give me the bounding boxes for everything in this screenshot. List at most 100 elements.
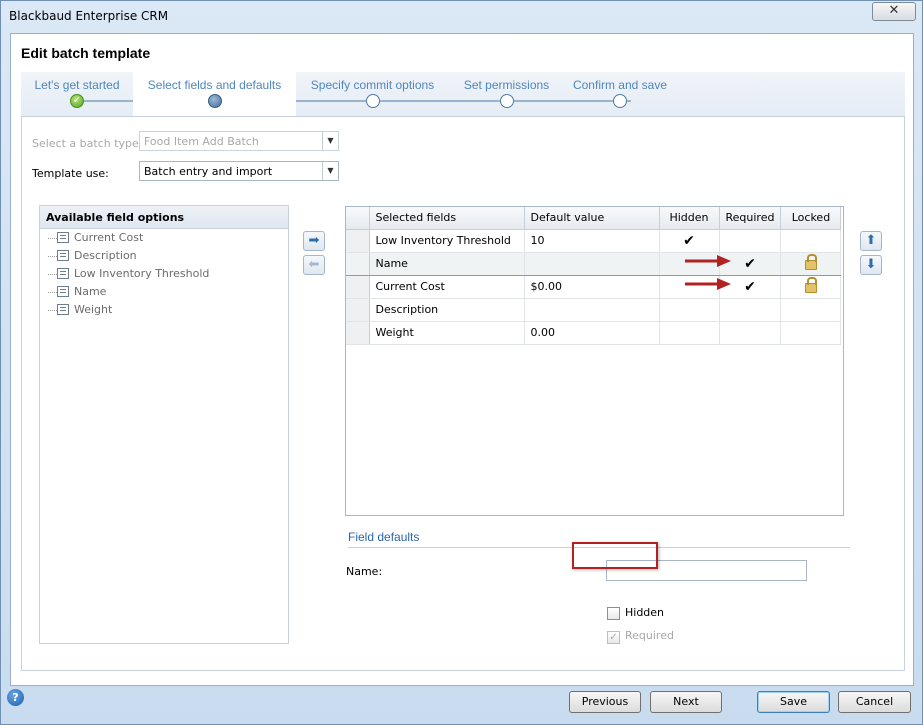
row-selector[interactable] <box>346 275 370 299</box>
move-up-button[interactable]: ⬆ <box>860 231 882 251</box>
previous-button[interactable]: Previous <box>569 691 641 713</box>
row-selector[interactable] <box>346 229 370 253</box>
cell-required[interactable] <box>719 321 782 345</box>
required-checkbox: ✓ <box>607 631 620 644</box>
move-right-button[interactable]: ➡ <box>303 231 325 251</box>
wizard-step-label: Set permissions <box>463 78 550 92</box>
annotation-highlight-box <box>572 542 658 569</box>
wizard-step-label: Select fields and defaults <box>147 78 282 92</box>
step-pending-icon <box>613 94 627 108</box>
table-row[interactable]: Current Cost $0.00 ✔ <box>346 275 842 299</box>
cell-locked[interactable] <box>780 251 842 276</box>
wizard-step-label: Specify commit options <box>310 78 435 92</box>
available-field-item[interactable]: Description <box>40 247 288 265</box>
cell-field[interactable]: Current Cost <box>369 275 525 299</box>
cell-field[interactable]: Low Inventory Threshold <box>369 229 525 253</box>
row-selector[interactable] <box>346 251 370 276</box>
cell-field[interactable]: Weight <box>369 321 525 345</box>
field-defaults-title: Field defaults <box>348 530 420 544</box>
arrow-right-icon: ➡ <box>308 233 320 248</box>
batch-type-value: Food Item Add Batch <box>144 135 259 148</box>
required-checkbox-label: Required <box>625 629 674 642</box>
field-icon <box>57 268 69 279</box>
table-row[interactable]: Description <box>346 298 842 322</box>
cell-hidden[interactable]: ✔ <box>659 229 720 253</box>
close-button[interactable]: ✕ <box>872 2 916 21</box>
cell-default[interactable] <box>524 298 660 322</box>
chevron-down-icon[interactable]: ▼ <box>322 162 338 180</box>
available-field-item[interactable]: Weight <box>40 301 288 319</box>
next-button[interactable]: Next <box>650 691 722 713</box>
grid-header-row: Selected fields Default value Hidden Req… <box>346 207 842 230</box>
step-pending-icon <box>365 94 380 108</box>
window-title: Blackbaud Enterprise CRM <box>9 9 169 23</box>
hidden-checkbox[interactable] <box>607 607 620 620</box>
cell-locked[interactable] <box>780 275 842 299</box>
dialog-body: Edit batch template Let's get started ✓ … <box>10 33 914 686</box>
step-pending-icon <box>499 94 514 108</box>
arrow-down-icon: ⬇ <box>865 257 877 272</box>
move-left-button[interactable]: ⬅ <box>303 255 325 275</box>
lock-icon <box>804 253 817 270</box>
column-header-required[interactable]: Required <box>719 207 782 230</box>
wizard-step-label: Confirm and save <box>572 78 668 92</box>
field-icon <box>57 232 69 243</box>
column-header-hidden[interactable]: Hidden <box>659 207 720 230</box>
available-field-item[interactable]: Current Cost <box>40 229 288 247</box>
row-selector[interactable] <box>346 298 370 322</box>
column-header-locked[interactable]: Locked <box>780 207 842 230</box>
selected-fields-table: Selected fields Default value Hidden Req… <box>346 207 842 345</box>
step-content: Select a batch type: Food Item Add Batch… <box>21 116 905 671</box>
template-use-value: Batch entry and import <box>144 165 273 178</box>
table-row[interactable]: Low Inventory Threshold 10 ✔ <box>346 229 842 253</box>
annotation-arrow-icon <box>685 278 731 290</box>
cell-locked[interactable] <box>780 298 842 322</box>
wizard-step-label: Let's get started <box>34 78 120 92</box>
cancel-button[interactable]: Cancel <box>838 691 911 713</box>
dialog-title: Edit batch template <box>21 45 151 61</box>
row-selector-header <box>346 207 370 230</box>
template-use-label: Template use: <box>32 167 109 180</box>
available-fields-panel: Available field options Current Cost Des… <box>39 205 289 644</box>
default-name-label: Name: <box>346 565 383 578</box>
arrow-left-icon: ⬅ <box>308 257 320 272</box>
cell-hidden[interactable] <box>659 298 720 322</box>
save-button[interactable]: Save <box>757 691 830 713</box>
selected-fields-grid: Selected fields Default value Hidden Req… <box>345 206 844 516</box>
template-use-select[interactable]: Batch entry and import ▼ <box>139 161 339 181</box>
table-row[interactable]: Name ✔ <box>346 251 842 276</box>
field-icon <box>57 250 69 261</box>
app-window: Blackbaud Enterprise CRM ✕ Edit batch te… <box>0 0 923 725</box>
available-fields-header: Available field options <box>40 206 288 229</box>
cell-hidden[interactable] <box>659 321 720 345</box>
annotation-arrow-icon <box>685 255 731 267</box>
help-icon[interactable]: ? <box>7 689 24 706</box>
row-selector[interactable] <box>346 321 370 345</box>
batch-type-select: Food Item Add Batch ▼ <box>139 131 339 151</box>
field-icon <box>57 304 69 315</box>
hidden-checkbox-label: Hidden <box>625 606 665 619</box>
column-header-selected-fields[interactable]: Selected fields <box>369 207 525 230</box>
available-field-item[interactable]: Low Inventory Threshold <box>40 265 288 283</box>
cell-default[interactable]: $0.00 <box>524 275 660 299</box>
cell-field[interactable]: Name <box>369 251 525 276</box>
table-row[interactable]: Weight 0.00 <box>346 321 842 345</box>
field-icon <box>57 286 69 297</box>
available-field-item[interactable]: Name <box>40 283 288 301</box>
chevron-down-icon: ▼ <box>322 132 338 150</box>
step-complete-icon: ✓ <box>70 94 84 108</box>
cell-locked[interactable] <box>780 321 842 345</box>
cell-default[interactable]: 0.00 <box>524 321 660 345</box>
cell-default[interactable]: 10 <box>524 229 660 253</box>
lock-icon <box>804 276 817 293</box>
title-bar: Blackbaud Enterprise CRM ✕ <box>1 1 922 31</box>
cell-default[interactable] <box>524 251 660 276</box>
cell-field[interactable]: Description <box>369 298 525 322</box>
cell-required[interactable] <box>719 298 782 322</box>
cell-locked[interactable] <box>780 229 842 253</box>
move-down-button[interactable]: ⬇ <box>860 255 882 275</box>
step-current-icon <box>207 94 222 108</box>
cell-required[interactable] <box>719 229 782 253</box>
arrow-up-icon: ⬆ <box>865 233 877 248</box>
column-header-default-value[interactable]: Default value <box>524 207 660 230</box>
